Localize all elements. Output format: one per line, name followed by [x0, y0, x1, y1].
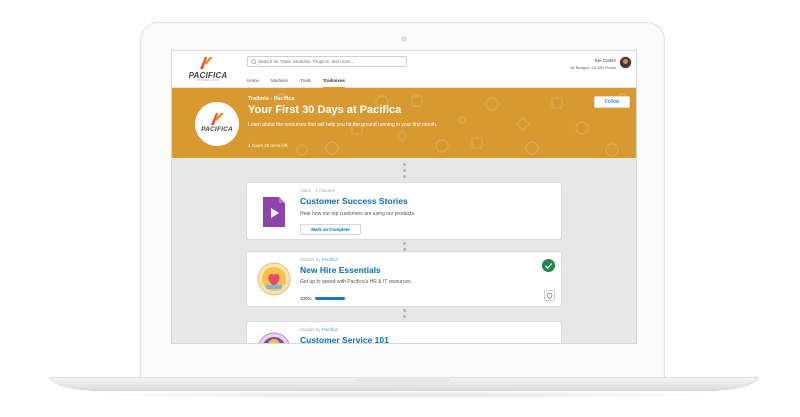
- item-title[interactable]: Customer Service 101: [300, 335, 389, 343]
- author-link[interactable]: Pacifica: [322, 257, 338, 262]
- laptop-shadow: [90, 391, 718, 399]
- item-title[interactable]: New Hire Essentials: [300, 265, 381, 275]
- connector-dot: [403, 169, 406, 172]
- avatar[interactable]: [619, 56, 632, 69]
- user-stats: 56 Badges, 23,450 Points: [570, 65, 616, 70]
- item-description: Get up to speed with Pacifica's HR & IT …: [300, 279, 413, 285]
- tab-modules[interactable]: Modules: [271, 76, 288, 88]
- laptop-notch: [355, 377, 451, 382]
- user-name: Kel Cortez: [594, 58, 616, 63]
- tab-trails[interactable]: Trails: [300, 76, 311, 88]
- search-input[interactable]: [258, 57, 403, 66]
- screen: PACIFICA APPAREL & CO Home Modules Trail…: [171, 50, 637, 344]
- tab-trailmixes[interactable]: Trailmixes: [322, 76, 345, 88]
- connector-dot: [403, 175, 406, 178]
- tab-home[interactable]: Home: [247, 76, 259, 88]
- item-meta: Module by Pacifica: [300, 327, 338, 332]
- item-description: Hear how our top customers are using our…: [300, 211, 416, 217]
- page-title: Your First 30 Days at Pacifica: [248, 104, 402, 116]
- banner-logo-text: PACIFICA: [201, 126, 233, 133]
- author-link[interactable]: Pacifica: [322, 327, 338, 332]
- logo-subtext: APPAREL & CO: [196, 79, 220, 82]
- mark-complete-button[interactable]: Mark as Complete: [300, 224, 361, 235]
- video-play-icon: [257, 195, 291, 229]
- main-nav: Home Modules Trails Trailmixes: [247, 76, 357, 88]
- item-meta: Video - 2 minutes: [300, 188, 335, 193]
- pacifica-mark-icon: [200, 57, 213, 69]
- heart-icon: [546, 293, 553, 299]
- item-meta: Module by Pacifica: [300, 257, 338, 262]
- trailmix-item-card[interactable]: Video - 2 minutes Customer Success Stori…: [246, 182, 562, 240]
- progress-bar: [315, 297, 345, 300]
- meta-prefix: Module by: [300, 327, 323, 332]
- pacifica-mark-icon: [211, 113, 224, 125]
- trailmix-banner: PACIFICA Trailmix - Pacifica Your First …: [172, 88, 636, 158]
- item-title[interactable]: Customer Success Stories: [300, 196, 408, 206]
- global-header: PACIFICA APPAREL & CO Home Modules Trail…: [172, 51, 636, 88]
- camera-icon: [401, 36, 407, 42]
- banner-logo: PACIFICA: [195, 102, 239, 146]
- favorite-button[interactable]: [544, 290, 555, 301]
- progress-fill: [315, 297, 345, 300]
- connector-dot: [403, 163, 406, 166]
- search-icon: [251, 58, 257, 65]
- pacifica-logo[interactable]: PACIFICA APPAREL & CO: [186, 56, 228, 84]
- follow-button[interactable]: Follow: [594, 96, 630, 108]
- meta-prefix: Module by: [300, 257, 323, 262]
- connector-dot: [403, 242, 406, 245]
- banner-description: Learn about the resources that will help…: [248, 122, 438, 128]
- time-left: 4 hours 20 mins left: [248, 143, 288, 148]
- trailmix-item-card[interactable]: Module by Pacifica Customer Service 101: [246, 321, 562, 343]
- progress-label: 100%: [300, 296, 312, 301]
- heart-badge-icon: [257, 262, 291, 296]
- completed-check-icon: [542, 259, 555, 272]
- service-badge-icon: [257, 332, 291, 343]
- connector-dot: [403, 309, 406, 312]
- search-box[interactable]: [247, 56, 407, 67]
- trailmix-item-card[interactable]: Module by Pacifica New Hire Essentials G…: [246, 251, 562, 307]
- user-info[interactable]: Kel Cortez 56 Badges, 23,450 Points: [570, 58, 616, 70]
- connector-dot: [403, 315, 406, 318]
- banner-eyebrow: Trailmix - Pacifica: [248, 96, 295, 102]
